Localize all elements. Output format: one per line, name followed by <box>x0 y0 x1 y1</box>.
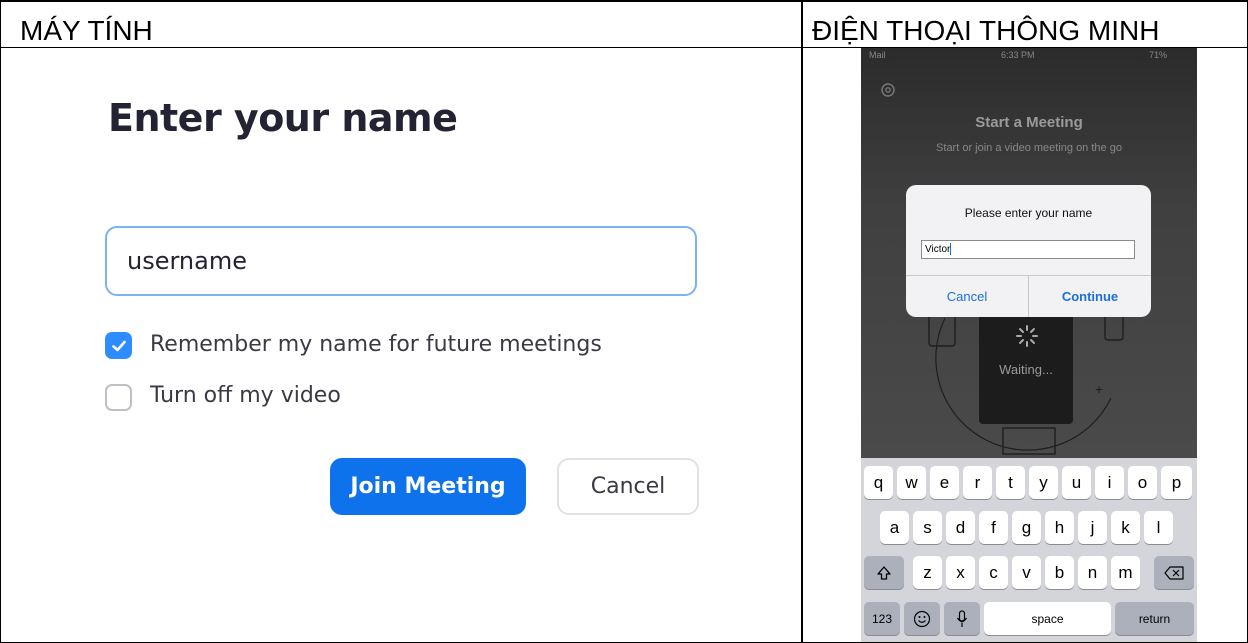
remember-name-label[interactable]: Remember my name for future meetings <box>150 332 602 357</box>
gear-icon[interactable] <box>879 81 897 99</box>
key-v[interactable]: v <box>1012 556 1041 589</box>
key-t[interactable]: t <box>996 466 1025 499</box>
shift-icon <box>877 565 891 580</box>
cancel-button[interactable]: Cancel <box>557 458 699 515</box>
key-u[interactable]: u <box>1062 466 1091 499</box>
key-y[interactable]: y <box>1029 466 1058 499</box>
key-c[interactable]: c <box>979 556 1008 589</box>
key-z[interactable]: z <box>913 556 942 589</box>
key-k[interactable]: k <box>1111 511 1140 544</box>
shift-key[interactable] <box>864 556 904 589</box>
backspace-icon <box>1164 565 1184 580</box>
key-x[interactable]: x <box>946 556 975 589</box>
screen-title: Start a Meeting <box>975 114 1083 131</box>
key-f[interactable]: f <box>979 511 1008 544</box>
key-o[interactable]: o <box>1128 466 1157 499</box>
alert-cancel-button[interactable]: Cancel <box>906 276 1028 317</box>
dialog-title: Enter your name <box>108 96 458 140</box>
desktop-column-header: MÁY TÍNH <box>20 15 153 46</box>
key-b[interactable]: b <box>1045 556 1074 589</box>
join-meeting-button[interactable]: Join Meeting <box>330 458 526 515</box>
space-key[interactable]: space <box>984 602 1111 635</box>
name-input[interactable]: username <box>105 226 697 296</box>
key-a[interactable]: a <box>880 511 909 544</box>
alert-title: Please enter your name <box>964 206 1093 220</box>
alert-input-value: Victor <box>925 244 951 255</box>
alert-name-input[interactable]: Victor <box>921 240 1135 259</box>
microphone-key[interactable] <box>944 602 980 635</box>
name-input-value: username <box>127 247 247 275</box>
emoji-icon <box>913 610 931 627</box>
carrier-label: Mail <box>869 50 886 60</box>
key-m[interactable]: m <box>1111 556 1140 589</box>
battery-level: 71% <box>1149 50 1168 60</box>
microphone-icon <box>956 609 968 627</box>
numbers-key[interactable]: 123 <box>864 602 900 635</box>
key-p[interactable]: p <box>1161 466 1192 499</box>
key-d[interactable]: d <box>946 511 975 544</box>
turn-off-video-checkbox[interactable] <box>105 384 132 411</box>
emoji-key[interactable] <box>904 602 940 635</box>
phone-screen: Mail 6:33 PM 71% Start a Meeting Start o… <box>861 48 1197 642</box>
remember-name-checkbox[interactable] <box>105 332 132 359</box>
key-g[interactable]: g <box>1012 511 1041 544</box>
phone-column-header: ĐIỆN THOẠI THÔNG MINH <box>812 15 1160 46</box>
spinner-icon <box>1016 325 1038 347</box>
status-time: 6:33 PM <box>1001 50 1035 60</box>
backspace-key[interactable] <box>1154 556 1194 589</box>
key-l[interactable]: l <box>1144 511 1173 544</box>
screen-subtitle: Start or join a video meeting on the go <box>936 142 1122 154</box>
alert-continue-button[interactable]: Continue <box>1029 276 1151 317</box>
enter-name-alert: Please enter your name Victor Cancel Con… <box>906 185 1151 317</box>
key-w[interactable]: w <box>897 466 926 499</box>
key-n[interactable]: n <box>1078 556 1107 589</box>
key-e[interactable]: e <box>930 466 959 499</box>
key-s[interactable]: s <box>913 511 942 544</box>
return-key[interactable]: return <box>1115 602 1194 635</box>
key-j[interactable]: j <box>1078 511 1107 544</box>
key-i[interactable]: i <box>1095 466 1124 499</box>
status-bar: Mail 6:33 PM 71% <box>861 48 1197 64</box>
column-divider <box>801 0 803 642</box>
text-caret <box>950 243 952 256</box>
waiting-label: Waiting... <box>999 362 1053 377</box>
key-h[interactable]: h <box>1045 511 1074 544</box>
checkmark-icon <box>111 340 126 351</box>
ios-keyboard: q w e r t y u i o p a s d f g h j k l z … <box>861 458 1197 642</box>
key-q[interactable]: q <box>864 466 893 499</box>
svg-text:+: + <box>1095 381 1103 397</box>
turn-off-video-label[interactable]: Turn off my video <box>150 383 341 408</box>
key-r[interactable]: r <box>963 466 992 499</box>
